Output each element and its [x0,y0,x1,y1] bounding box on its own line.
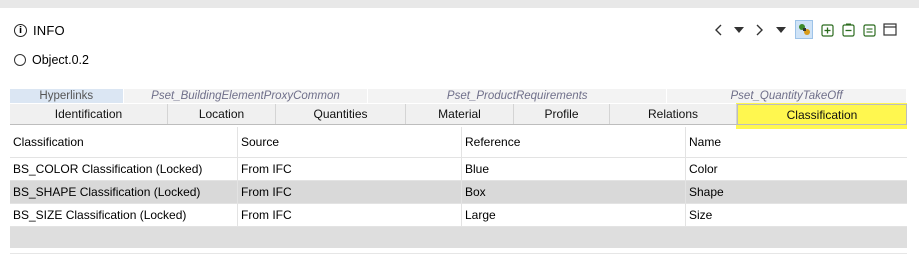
edit-icon[interactable] [862,22,876,38]
table-empty-area [10,227,907,248]
caret-down-icon[interactable] [732,22,746,38]
cell-source: From IFC [238,158,462,180]
tab-location[interactable]: Location [168,104,276,124]
remove-icon[interactable] [841,22,855,38]
tab-identification[interactable]: Identification [10,104,168,124]
panel-header: i INFO [14,22,65,38]
maximize-icon[interactable] [883,22,897,38]
tab-pset-building-element-proxy-common[interactable]: Pset_BuildingElementProxyCommon [123,89,369,103]
chevron-right-icon[interactable] [753,22,767,38]
object-label: Object.0.2 [32,53,89,67]
cell-reference: Large [462,204,686,226]
tab-pset-product-requirements[interactable]: Pset_ProductRequirements [368,89,668,103]
tab-classification[interactable]: Classification [737,104,907,124]
caret-down-icon[interactable] [774,22,788,38]
panel-title: INFO [33,22,65,38]
cell-name: Size [689,208,713,222]
column-header-name[interactable]: Name [686,127,907,157]
info-panel: i INFO Object.0.2 Hyperlinks Pset_Buildi… [0,0,919,263]
tab-relations[interactable]: Relations [610,104,737,124]
info-icon: i [14,23,27,37]
tab-hyperlinks[interactable]: Hyperlinks [10,89,124,103]
cell-classification: BS_SHAPE Classification (Locked) [10,181,238,203]
table-row-selected[interactable]: BS_SHAPE Classification (Locked) From IF… [10,181,907,204]
table-header-row: Classification Source Reference Name [10,127,907,158]
cell-name: Shape [689,185,724,199]
column-header-reference[interactable]: Reference [462,127,686,157]
classification-table: Classification Source Reference Name BS_… [10,127,907,248]
column-header-source[interactable]: Source [238,127,462,157]
add-icon[interactable] [820,22,834,38]
tab-pset-quantity-takeoff[interactable]: Pset_QuantityTakeOff [667,89,908,103]
table-row[interactable]: BS_COLOR Classification (Locked) From IF… [10,158,907,181]
cell-reference: Blue [462,158,686,180]
tab-material[interactable]: Material [406,104,514,124]
divider [10,253,907,254]
object-radio[interactable] [14,54,26,66]
toolbar [711,20,897,39]
object-selector[interactable]: Object.0.2 [14,53,89,67]
cell-classification: BS_COLOR Classification (Locked) [10,158,238,180]
cell-reference: Box [462,181,686,203]
panel-top-border [0,0,919,8]
tab-profile[interactable]: Profile [514,104,610,124]
link-objects-icon[interactable] [795,20,813,39]
cell-name: Color [689,162,718,176]
cell-classification: BS_SIZE Classification (Locked) [10,204,238,226]
tab-row-back: Hyperlinks Pset_BuildingElementProxyComm… [10,89,908,103]
cell-source: From IFC [238,181,462,203]
tab-row-front: Identification Location Quantities Mater… [10,104,907,125]
table-row[interactable]: BS_SIZE Classification (Locked) From IFC… [10,204,907,227]
column-header-classification[interactable]: Classification [10,127,238,157]
tab-quantities[interactable]: Quantities [276,104,406,124]
cell-source: From IFC [238,204,462,226]
chevron-left-icon[interactable] [711,22,725,38]
